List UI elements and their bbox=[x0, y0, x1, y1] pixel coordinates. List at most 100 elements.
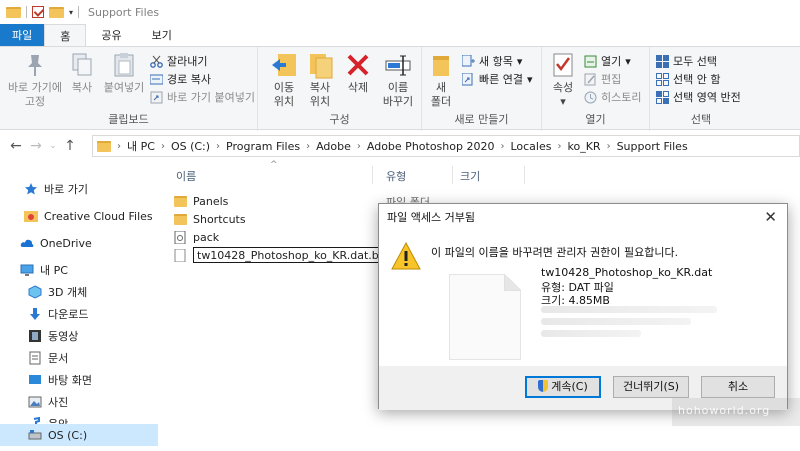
column-separator[interactable] bbox=[524, 166, 525, 184]
properties-check-icon[interactable] bbox=[32, 6, 44, 18]
list-item-shortcuts[interactable]: Shortcuts bbox=[174, 210, 246, 228]
breadcrumb-ko-kr[interactable]: ko_KR bbox=[567, 140, 600, 153]
tab-share[interactable]: 공유 bbox=[86, 24, 136, 47]
nav-3d-objects-label: 3D 개체 bbox=[48, 286, 88, 299]
easy-access-button[interactable]: 빠른 연결 ▾ bbox=[461, 71, 533, 87]
select-all-button[interactable]: 모두 선택 bbox=[656, 53, 717, 69]
new-item-label: 새 항목 bbox=[479, 55, 513, 68]
copy-button[interactable]: 복사 bbox=[66, 51, 98, 95]
rename-input[interactable]: tw10428_Photoshop_ko_KR.dat.bak bbox=[193, 247, 396, 263]
paste-shortcut-button[interactable]: 바로 가기 붙여넣기 bbox=[150, 89, 255, 105]
pin-quick-access-button[interactable]: 바로 가기에 고정 bbox=[6, 51, 64, 109]
paste-shortcut-icon bbox=[150, 91, 163, 104]
history-button[interactable]: 히스토리 bbox=[584, 89, 641, 105]
breadcrumb-program-files[interactable]: Program Files bbox=[226, 140, 300, 153]
column-header-name[interactable]: 이름 bbox=[176, 168, 196, 184]
nav-os-drive[interactable]: OS (C:) bbox=[0, 424, 158, 446]
copy-path-button[interactable]: 경로 복사 bbox=[149, 71, 211, 87]
title-bar: ▾ Support Files bbox=[0, 0, 800, 24]
new-item-button[interactable]: 새 항목 ▾ bbox=[461, 53, 522, 69]
breadcrumb-support-files[interactable]: Support Files bbox=[617, 140, 688, 153]
sort-up-icon: ^ bbox=[270, 160, 278, 170]
nav-creative-cloud[interactable]: Creative Cloud Files bbox=[0, 205, 158, 227]
breadcrumb-this-pc[interactable]: 내 PC bbox=[127, 138, 155, 154]
open-button[interactable]: 열기 ▾ bbox=[584, 53, 631, 69]
edit-icon bbox=[584, 73, 597, 86]
cancel-button[interactable]: 취소 bbox=[701, 376, 775, 398]
skip-button[interactable]: 건너뛰기(S) bbox=[613, 376, 689, 398]
invert-selection-button[interactable]: 선택 영역 반전 bbox=[656, 89, 741, 105]
dialog-title: 파일 액세스 거부됨 bbox=[387, 211, 475, 224]
open-icon bbox=[584, 55, 597, 68]
list-item-pack[interactable]: pack bbox=[174, 228, 219, 246]
column-header-size[interactable]: 크기 bbox=[460, 168, 480, 184]
move-to-button[interactable]: 이동 위치 bbox=[266, 51, 302, 109]
back-arrow-icon[interactable]: ← bbox=[6, 138, 26, 154]
column-separator[interactable] bbox=[452, 166, 453, 184]
easy-access-dropdown-icon: ▾ bbox=[526, 72, 533, 86]
up-arrow-icon[interactable]: ↑ bbox=[60, 138, 80, 154]
list-item-panels[interactable]: Panels bbox=[174, 192, 228, 210]
select-all-icon bbox=[656, 54, 669, 68]
rename-label: 이름 바꾸기 bbox=[382, 81, 414, 108]
nav-os-drive-label: OS (C:) bbox=[48, 428, 88, 442]
column-header-type[interactable]: 유형 bbox=[386, 168, 406, 184]
chevron-right-icon[interactable]: › bbox=[357, 141, 361, 152]
copy-to-button[interactable]: 복사 위치 bbox=[302, 51, 338, 109]
new-folder-quick-icon[interactable] bbox=[49, 6, 64, 18]
cut-button[interactable]: 잘라내기 bbox=[150, 53, 207, 69]
easy-access-icon bbox=[461, 72, 475, 86]
forward-arrow-icon[interactable]: → bbox=[26, 138, 46, 154]
close-icon[interactable]: ✕ bbox=[764, 208, 777, 226]
open-group: 속성 ▾ 열기 ▾ 편집 히스토리 열기 bbox=[542, 47, 650, 131]
properties-button[interactable]: 속성 ▾ bbox=[548, 51, 578, 109]
delete-button[interactable]: 삭제 bbox=[342, 51, 374, 95]
new-folder-button[interactable]: 새 폴더 bbox=[426, 51, 456, 109]
nav-documents[interactable]: 문서 bbox=[0, 347, 158, 369]
nav-this-pc[interactable]: 내 PC bbox=[0, 259, 158, 281]
tab-file[interactable]: 파일 bbox=[0, 24, 45, 47]
open-dropdown-icon: ▾ bbox=[625, 54, 631, 68]
recent-dropdown-icon[interactable]: ⌄ bbox=[46, 141, 60, 151]
nav-onedrive[interactable]: OneDrive bbox=[0, 232, 158, 254]
chevron-right-icon[interactable]: › bbox=[500, 141, 504, 152]
chevron-right-icon[interactable]: › bbox=[557, 141, 561, 152]
select-none-button[interactable]: 선택 안 함 bbox=[656, 71, 720, 87]
organize-group-label: 구성 bbox=[329, 113, 350, 126]
column-separator[interactable] bbox=[372, 166, 373, 184]
ribbon: 바로 가기에 고정 복사 붙여넣기 잘라내기 경로 복사 바로 가기 붙여넣기 … bbox=[0, 46, 800, 131]
nav-quick-access-label: 바로 가기 bbox=[44, 183, 88, 196]
rename-icon bbox=[384, 51, 412, 79]
quick-access-dropdown-icon[interactable]: ▾ bbox=[69, 8, 73, 17]
continue-button[interactable]: 계속(C) bbox=[525, 376, 601, 398]
breadcrumb-locales[interactable]: Locales bbox=[510, 140, 551, 153]
chevron-right-icon[interactable]: › bbox=[306, 141, 310, 152]
rename-button[interactable]: 이름 바꾸기 bbox=[378, 51, 418, 109]
chevron-right-icon[interactable]: › bbox=[117, 141, 121, 152]
window-title: Support Files bbox=[88, 5, 160, 19]
nav-downloads[interactable]: 다운로드 bbox=[0, 303, 158, 325]
breadcrumb-photoshop[interactable]: Adobe Photoshop 2020 bbox=[367, 140, 495, 153]
chevron-right-icon[interactable]: › bbox=[161, 141, 165, 152]
breadcrumb-os-drive[interactable]: OS (C:) bbox=[171, 140, 210, 153]
tab-home[interactable]: 홈 bbox=[44, 24, 87, 47]
paste-button[interactable]: 붙여넣기 bbox=[100, 51, 148, 95]
chevron-right-icon[interactable]: › bbox=[216, 141, 220, 152]
history-icon bbox=[584, 91, 597, 104]
nav-quick-access[interactable]: 바로 가기 bbox=[0, 178, 158, 200]
tab-view[interactable]: 보기 bbox=[137, 24, 187, 47]
nav-pictures[interactable]: 사진 bbox=[0, 391, 158, 413]
nav-desktop[interactable]: 바탕 화면 bbox=[0, 369, 158, 391]
breadcrumb-adobe[interactable]: Adobe bbox=[316, 140, 351, 153]
edit-button[interactable]: 편집 bbox=[584, 71, 621, 87]
address-bar[interactable]: › 내 PC › OS (C:) › Program Files › Adobe… bbox=[92, 135, 800, 157]
new-folder-icon bbox=[427, 51, 455, 79]
list-item-renaming[interactable]: tw10428_Photoshop_ko_KR.dat.bak bbox=[174, 246, 396, 264]
nav-documents-label: 문서 bbox=[48, 352, 69, 365]
nav-3d-objects[interactable]: 3D 개체 bbox=[0, 281, 158, 303]
dialog-title-bar: 파일 액세스 거부됨 ✕ bbox=[379, 204, 787, 230]
nav-videos[interactable]: 동영상 bbox=[0, 325, 158, 347]
chevron-right-icon[interactable]: › bbox=[607, 141, 611, 152]
continue-label: 계속(C) bbox=[551, 380, 588, 393]
pack-file-icon bbox=[174, 230, 187, 244]
